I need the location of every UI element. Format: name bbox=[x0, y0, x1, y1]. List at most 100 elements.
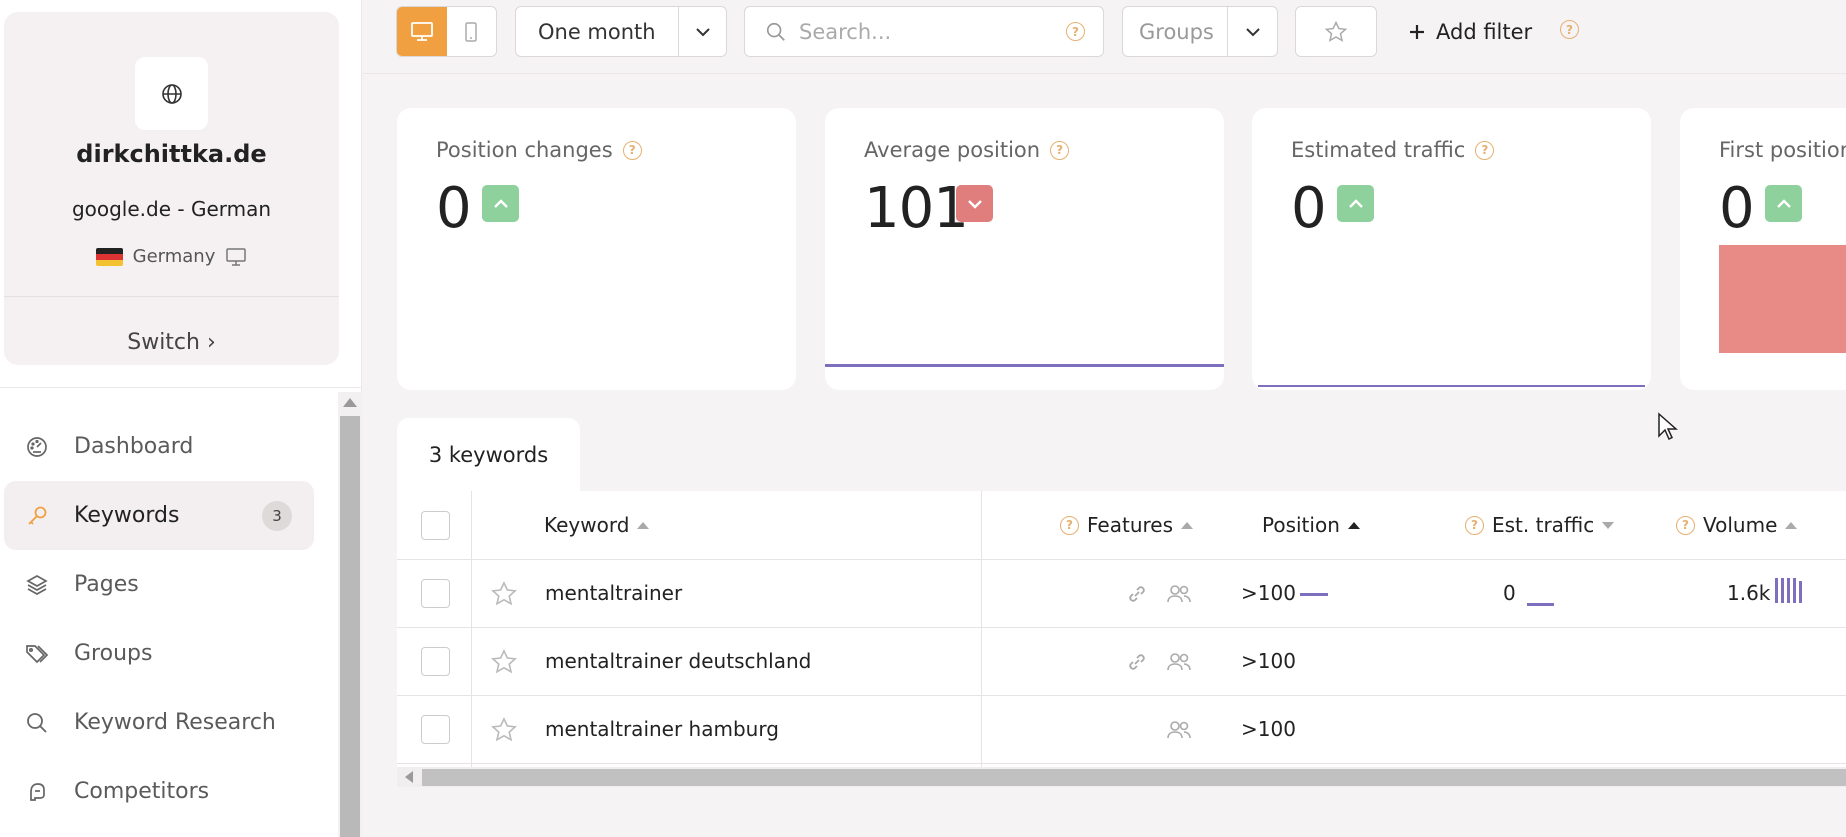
search-icon bbox=[24, 710, 50, 736]
sort-asc-icon bbox=[1785, 521, 1798, 529]
help-icon[interactable]: ? bbox=[1066, 22, 1085, 41]
column-label: Features bbox=[1087, 513, 1173, 537]
sort-asc-icon bbox=[1181, 521, 1193, 529]
chevron-up-icon bbox=[493, 198, 508, 208]
card-value: 101 bbox=[864, 176, 969, 241]
sidebar-item-dashboard[interactable]: Dashboard bbox=[4, 412, 314, 481]
chevron-down-icon bbox=[967, 199, 982, 209]
keyword-text[interactable]: mentaltrainer hamburg bbox=[545, 717, 779, 741]
table-row[interactable]: mentaltrainer >100 0 1.6k bbox=[397, 560, 1846, 628]
search-box[interactable]: Search... ? bbox=[744, 6, 1104, 57]
card-title: First position bbox=[1719, 138, 1846, 162]
position-sparkline bbox=[1300, 593, 1328, 596]
sidebar-item-keywords[interactable]: Keywords 3 bbox=[4, 481, 314, 550]
volume-value: 1.6k bbox=[1727, 581, 1771, 605]
keywords-table: Keyword ? Features Position ? Est. traff… bbox=[397, 491, 1846, 767]
sidebar-item-label: Dashboard bbox=[74, 434, 194, 459]
row-checkbox[interactable] bbox=[421, 715, 450, 744]
mobile-device-button[interactable] bbox=[447, 7, 497, 56]
chevron-down-icon bbox=[695, 27, 710, 36]
help-icon[interactable]: ? bbox=[1475, 140, 1495, 160]
column-label: Position bbox=[1262, 513, 1340, 537]
sort-asc-icon bbox=[637, 521, 650, 529]
sidebar-item-competitors[interactable]: Competitors bbox=[4, 757, 314, 826]
column-header-est-traffic[interactable]: ? Est. traffic bbox=[1465, 513, 1615, 537]
star-icon bbox=[1324, 20, 1348, 42]
select-all-checkbox[interactable] bbox=[421, 511, 450, 540]
boxing-glove-icon bbox=[24, 779, 50, 805]
sidebar-item-keyword-research[interactable]: Keyword Research bbox=[4, 688, 314, 757]
chevron-up-icon bbox=[1776, 198, 1791, 208]
column-header-features[interactable]: ? Features bbox=[1060, 513, 1193, 537]
search-icon bbox=[766, 22, 785, 41]
link-icon bbox=[1129, 586, 1145, 602]
period-select-value: One month bbox=[538, 19, 656, 44]
help-icon[interactable]: ? bbox=[1465, 515, 1484, 535]
desktop-icon bbox=[410, 21, 433, 41]
add-filter-button[interactable]: Add filter bbox=[1408, 6, 1532, 57]
sidebar-item-pages[interactable]: Pages bbox=[4, 550, 314, 619]
people-icon bbox=[1167, 653, 1191, 671]
traffic-sparkline bbox=[1527, 603, 1554, 606]
period-dropdown-toggle[interactable] bbox=[678, 7, 726, 56]
scroll-up-arrow-icon[interactable] bbox=[343, 398, 357, 407]
star-icon[interactable] bbox=[490, 580, 518, 608]
desktop-device-button[interactable] bbox=[397, 7, 447, 56]
add-filter-label: Add filter bbox=[1436, 19, 1533, 44]
column-label: Keyword bbox=[544, 513, 630, 537]
star-icon[interactable] bbox=[490, 648, 518, 676]
tab-keywords[interactable]: 3 keywords bbox=[397, 418, 580, 491]
stat-card-position-changes: Position changes ? 0 bbox=[397, 108, 796, 390]
sidebar-item-groups[interactable]: Groups bbox=[4, 619, 314, 688]
device-toggle bbox=[396, 6, 497, 57]
card-value: 0 bbox=[436, 176, 472, 241]
card-title: Average position ? bbox=[864, 138, 1070, 162]
sidebar-scrollbar[interactable] bbox=[338, 392, 362, 837]
desktop-icon bbox=[226, 247, 247, 266]
site-location: Germany bbox=[4, 246, 339, 267]
trend-up-badge bbox=[482, 185, 519, 222]
scroll-left-arrow-icon[interactable] bbox=[405, 771, 413, 783]
card-title-text: Average position bbox=[864, 138, 1041, 162]
card-value: 0 bbox=[1719, 176, 1755, 241]
help-icon[interactable]: ? bbox=[1060, 515, 1079, 535]
favorites-filter-button[interactable] bbox=[1295, 6, 1377, 57]
divider bbox=[0, 387, 362, 388]
site-domain: dirkchittka.de bbox=[76, 140, 267, 168]
keyword-text[interactable]: mentaltrainer deutschland bbox=[545, 649, 811, 673]
column-header-volume[interactable]: ? Volume bbox=[1676, 513, 1798, 537]
column-label: Volume bbox=[1703, 513, 1778, 537]
groups-dropdown-toggle[interactable] bbox=[1227, 7, 1277, 56]
period-select[interactable]: One month bbox=[515, 6, 727, 57]
card-title-text: Estimated traffic bbox=[1291, 138, 1466, 162]
groups-select-value: Groups bbox=[1139, 19, 1214, 44]
chevron-down-icon bbox=[1245, 27, 1260, 36]
table-row[interactable]: mentaltrainer deutschland >100 bbox=[397, 628, 1846, 696]
switch-site-button[interactable]: Switch › bbox=[4, 330, 339, 355]
divider bbox=[4, 296, 339, 297]
help-icon[interactable]: ? bbox=[1560, 20, 1579, 39]
row-checkbox[interactable] bbox=[421, 579, 450, 608]
row-checkbox[interactable] bbox=[421, 647, 450, 676]
table-horizontal-scrollbar[interactable] bbox=[397, 767, 1846, 787]
scrollbar-thumb[interactable] bbox=[340, 416, 360, 837]
site-country: Germany bbox=[132, 246, 216, 267]
help-icon[interactable]: ? bbox=[622, 140, 642, 160]
groups-select[interactable]: Groups bbox=[1122, 6, 1278, 57]
help-icon[interactable]: ? bbox=[1676, 515, 1695, 535]
link-icon bbox=[1129, 654, 1145, 670]
column-header-keyword[interactable]: Keyword bbox=[544, 513, 650, 537]
search-input[interactable]: Search... bbox=[799, 20, 1066, 44]
column-header-position[interactable]: Position bbox=[1262, 513, 1360, 537]
mouse-cursor-icon bbox=[1658, 412, 1678, 441]
position-value: >100 bbox=[1241, 717, 1296, 741]
sort-asc-icon bbox=[1347, 521, 1360, 529]
star-icon[interactable] bbox=[490, 716, 518, 744]
help-icon[interactable]: ? bbox=[1050, 140, 1070, 160]
scrollbar-thumb[interactable] bbox=[422, 769, 1846, 786]
keyword-text[interactable]: mentaltrainer bbox=[545, 581, 682, 605]
sparkline bbox=[825, 364, 1224, 367]
people-icon bbox=[1167, 585, 1191, 603]
table-row[interactable]: mentaltrainer hamburg >100 bbox=[397, 696, 1846, 764]
germany-flag-icon bbox=[95, 247, 123, 266]
